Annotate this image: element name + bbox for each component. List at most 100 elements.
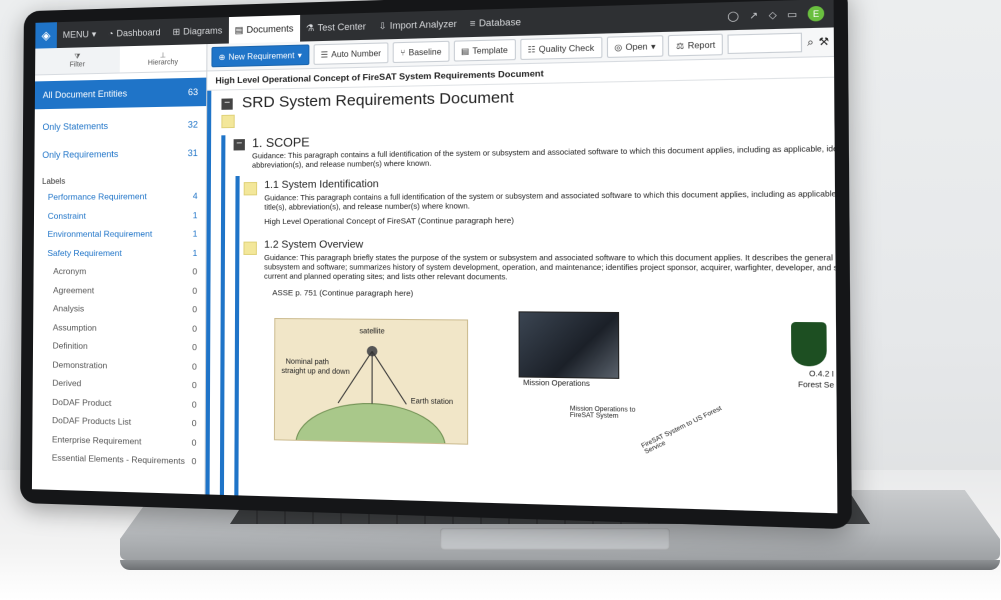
entity-label: All Document Entities <box>42 88 128 101</box>
chevron-down-icon: ▾ <box>651 41 656 52</box>
label-item[interactable]: Constraint 1 <box>34 205 206 225</box>
nav-dashboard[interactable]: ◔ Dashboard <box>102 19 167 47</box>
label-name: Demonstration <box>52 359 108 371</box>
label-count: 0 <box>191 418 197 429</box>
chevron-down-icon: ▾ <box>91 28 97 39</box>
tab-filter[interactable]: ⧩ Filter <box>35 46 120 75</box>
bell-icon[interactable]: ◇ <box>769 9 777 21</box>
sysid-guidance-line-2: title(s), abbreviation(s), and release n… <box>264 201 470 212</box>
label-item[interactable]: Safety Requirement 1 <box>34 243 206 262</box>
sysid-indent-bar <box>233 175 240 514</box>
collapse-root-button[interactable]: − <box>221 97 233 110</box>
entity-only-statements[interactable]: Only Statements 32 <box>35 110 207 141</box>
button-label: Baseline <box>408 46 442 57</box>
sysid-heading: 1.1 System Identification <box>264 178 379 192</box>
nav-label: Documents <box>246 23 294 35</box>
label-name: Acronym <box>53 266 87 277</box>
entity-count: 63 <box>187 86 199 98</box>
label-name: DoDAF Product <box>52 396 112 408</box>
scope-guidance-line-2: abbreviation(s), and release number(s) w… <box>252 158 432 170</box>
document-icon: ▤ <box>234 24 244 35</box>
button-label: New Requirement <box>228 50 295 62</box>
label-item[interactable]: Analysis 0 <box>33 299 205 319</box>
label-item[interactable]: Essential Elements - Requirements 0 <box>32 448 205 471</box>
nav-diagrams[interactable]: ⊞ Diagrams <box>166 17 228 45</box>
new-requirement-button[interactable]: ⊕ New Requirement ▾ <box>211 44 310 68</box>
scope-indent-bar <box>219 135 226 514</box>
nav-database[interactable]: ≡ Database <box>463 8 527 37</box>
label-list: Performance Requirement 4 Constraint 1 Envir… <box>32 187 206 472</box>
app-body: ⧩ Filter ⊥ Hierarchy All Document Entities… <box>31 27 838 514</box>
label-name: Environmental Requirement <box>47 228 153 240</box>
search-input[interactable] <box>727 32 803 55</box>
entity-only-requirements[interactable]: Only Requirements 31 <box>34 139 206 169</box>
report-button[interactable]: ⚖ Report <box>668 33 724 57</box>
entity-label: Only Statements <box>42 120 109 133</box>
label-count: 1 <box>192 247 198 258</box>
share-icon[interactable]: ↗ <box>749 9 758 21</box>
labels-heading: Labels <box>42 176 66 186</box>
sidebar: ⧩ Filter ⊥ Hierarchy All Document Entities… <box>31 44 208 495</box>
filter-icon: ⧩ <box>74 52 81 61</box>
branch-icon: ⑂ <box>400 47 406 58</box>
label-item[interactable]: Acronym 0 <box>34 262 206 281</box>
sysid-paragraph: High Level Operational Concept of FireSA… <box>264 215 515 227</box>
highlight-marker <box>221 114 235 129</box>
tab-hierarchy[interactable]: ⊥ Hierarchy <box>120 44 207 72</box>
plus-icon: ⊕ <box>218 52 226 62</box>
wrench-icon[interactable]: ⚒ <box>819 36 830 48</box>
sketch-text-line-2: straight up and down <box>281 367 350 377</box>
template-icon: ▤ <box>460 46 470 56</box>
dashboard-icon: ◔ <box>108 28 114 39</box>
menu-button[interactable]: MENU ▾ <box>57 21 102 48</box>
overview-paragraph: ASSE p. 751 (Continue paragraph here) <box>272 287 414 299</box>
forest-service-badge <box>791 321 827 367</box>
search-icon[interactable]: ⌕ <box>807 36 814 48</box>
app-logo[interactable]: ◈ <box>35 22 57 49</box>
label-name: Assumption <box>52 322 97 333</box>
nav-documents[interactable]: ▤ Documents <box>228 14 300 44</box>
label-count: 0 <box>192 285 198 296</box>
entity-all-document-entities[interactable]: All Document Entities 63 <box>34 77 207 110</box>
tab-label: Hierarchy <box>147 58 178 67</box>
highlight-marker <box>243 241 257 255</box>
open-button[interactable]: ◎ Open ▾ <box>606 35 664 58</box>
label-item[interactable]: Environmental Requirement 1 <box>34 224 206 243</box>
chat-icon[interactable]: ◯ <box>727 10 739 22</box>
import-icon: ⇩ <box>378 20 387 31</box>
label-item[interactable]: Agreement 0 <box>33 281 205 300</box>
button-label: Template <box>472 45 508 56</box>
label-name: Enterprise Requirement <box>51 433 142 447</box>
label-count: 0 <box>191 456 197 467</box>
button-label: Open <box>625 41 648 52</box>
baseline-button[interactable]: ⑂ Baseline <box>392 40 450 64</box>
nav-label: Database <box>478 16 521 29</box>
auto-number-button[interactable]: ☰ Auto Number <box>313 42 389 65</box>
folder-icon[interactable]: ▭ <box>787 8 797 20</box>
entity-count: 31 <box>187 147 198 159</box>
label-name: Agreement <box>53 284 95 296</box>
button-label: Report <box>687 39 716 51</box>
flask-icon: ⚗ <box>305 22 315 33</box>
collapse-scope-button[interactable]: − <box>233 138 245 151</box>
label-count: 0 <box>191 437 197 448</box>
concept-figure: satellite Nominal path straight up and d… <box>247 305 837 453</box>
template-button[interactable]: ▤ Template <box>453 39 516 62</box>
nav-import-analyzer[interactable]: ⇩ Import Analyzer <box>372 10 463 40</box>
label-item[interactable]: Performance Requirement 4 <box>34 187 206 207</box>
quality-check-button[interactable]: ☷ Quality Check <box>519 36 602 61</box>
nav-label: Test Center <box>317 21 366 33</box>
avatar[interactable]: E <box>807 5 825 22</box>
document-body: − SRD System Requirements Document − 1. … <box>205 78 838 514</box>
sysid-guidance-line-1: Guidance: This paragraph contains a full… <box>264 188 838 203</box>
database-icon: ≡ <box>469 18 476 29</box>
label-count: 0 <box>191 361 197 372</box>
label-item[interactable]: Assumption 0 <box>33 318 205 338</box>
button-label: Quality Check <box>538 42 595 54</box>
nav-label: Dashboard <box>116 27 161 39</box>
root-heading: SRD System Requirements Document <box>241 88 514 112</box>
label-count: 0 <box>192 342 197 353</box>
link-label-2: FireSAT System to US Forest Service <box>640 405 724 456</box>
label-item[interactable]: Definition 0 <box>33 336 205 357</box>
nav-test-center[interactable]: ⚗ Test Center <box>300 13 373 42</box>
